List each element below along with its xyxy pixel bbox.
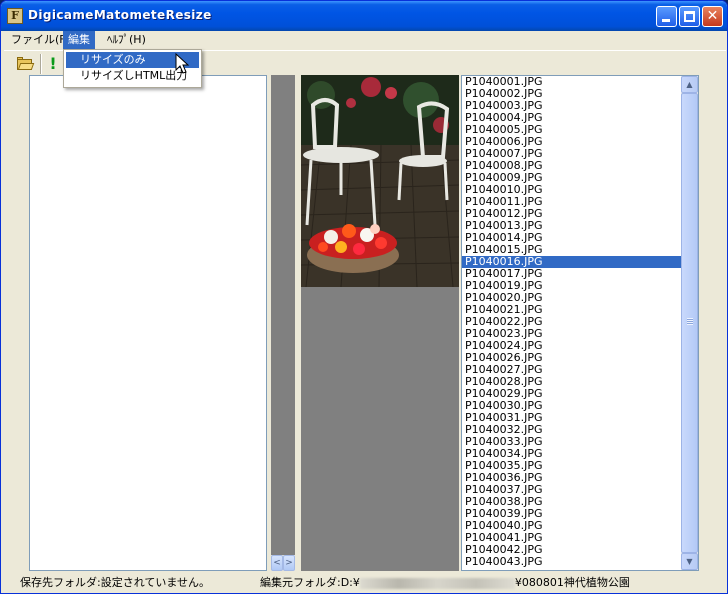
file-list-items: P1040001.JPG P1040002.JPG P1040003.JPG P104… xyxy=(462,76,698,568)
chevron-down-icon: ▼ xyxy=(686,557,693,566)
status-bar: 保存先フォルダ:設定されていません。 編集元フォルダ:D:¥ ¥080801神代植… xyxy=(4,572,726,593)
open-folder-icon[interactable] xyxy=(16,55,35,73)
source-folder-prefix: 編集元フォルダ:D:¥ xyxy=(260,576,360,589)
preview-photo xyxy=(301,75,459,287)
grip-icon xyxy=(687,318,693,325)
menu-edit[interactable]: 編集 xyxy=(63,31,95,49)
file-list[interactable]: P1040001.JPG P1040002.JPG P1040003.JPG P104… xyxy=(461,75,699,571)
file-list-item[interactable]: P1040043.JPG xyxy=(462,556,698,568)
scroll-left-button[interactable]: < xyxy=(271,555,283,571)
minimize-icon xyxy=(662,19,670,22)
menu-bar: ファイル(F) 編集 ﾍﾙﾌﾟ(H) xyxy=(4,31,726,49)
vertical-scrollbar[interactable]: ▲ ▼ xyxy=(681,76,698,570)
scroll-thumb[interactable] xyxy=(681,93,698,553)
left-margin xyxy=(5,75,29,571)
redacted-path xyxy=(359,577,515,589)
image-preview-pane xyxy=(301,75,459,571)
chevron-right-icon: > xyxy=(285,558,293,568)
source-folder-status: 編集元フォルダ:D:¥ ¥080801神代植物公園 xyxy=(260,575,630,591)
horizontal-scrollbar[interactable]: < > xyxy=(271,555,295,571)
close-button[interactable]: ✕ xyxy=(702,6,723,27)
app-window: F DigicameMatometeResize ✕ ファイル(F) 編集 ﾍﾙ… xyxy=(0,0,728,594)
chevron-left-icon: < xyxy=(273,558,281,568)
scroll-down-button[interactable]: ▼ xyxy=(681,553,698,570)
chevron-up-icon: ▲ xyxy=(686,80,693,89)
scroll-right-button[interactable]: > xyxy=(283,555,295,571)
scroll-up-button[interactable]: ▲ xyxy=(681,76,698,93)
close-icon: ✕ xyxy=(706,8,719,24)
window-title: DigicameMatometeResize xyxy=(28,8,212,22)
source-folder-suffix: ¥080801神代植物公園 xyxy=(514,576,630,589)
menu-help[interactable]: ﾍﾙﾌﾟ(H) xyxy=(102,31,151,49)
toolbar-separator xyxy=(40,54,42,74)
app-icon[interactable]: F xyxy=(7,8,23,24)
save-folder-status: 保存先フォルダ:設定されていません。 xyxy=(20,576,211,589)
splitter-strip[interactable] xyxy=(271,75,295,555)
maximize-icon xyxy=(684,11,695,22)
minimize-button[interactable] xyxy=(656,6,677,27)
folder-tree-pane[interactable] xyxy=(29,75,267,571)
maximize-button[interactable] xyxy=(679,6,700,27)
mouse-cursor-icon xyxy=(175,53,190,74)
title-bar[interactable]: F DigicameMatometeResize ✕ xyxy=(1,1,727,31)
exclamation-icon[interactable]: ! xyxy=(44,55,62,73)
